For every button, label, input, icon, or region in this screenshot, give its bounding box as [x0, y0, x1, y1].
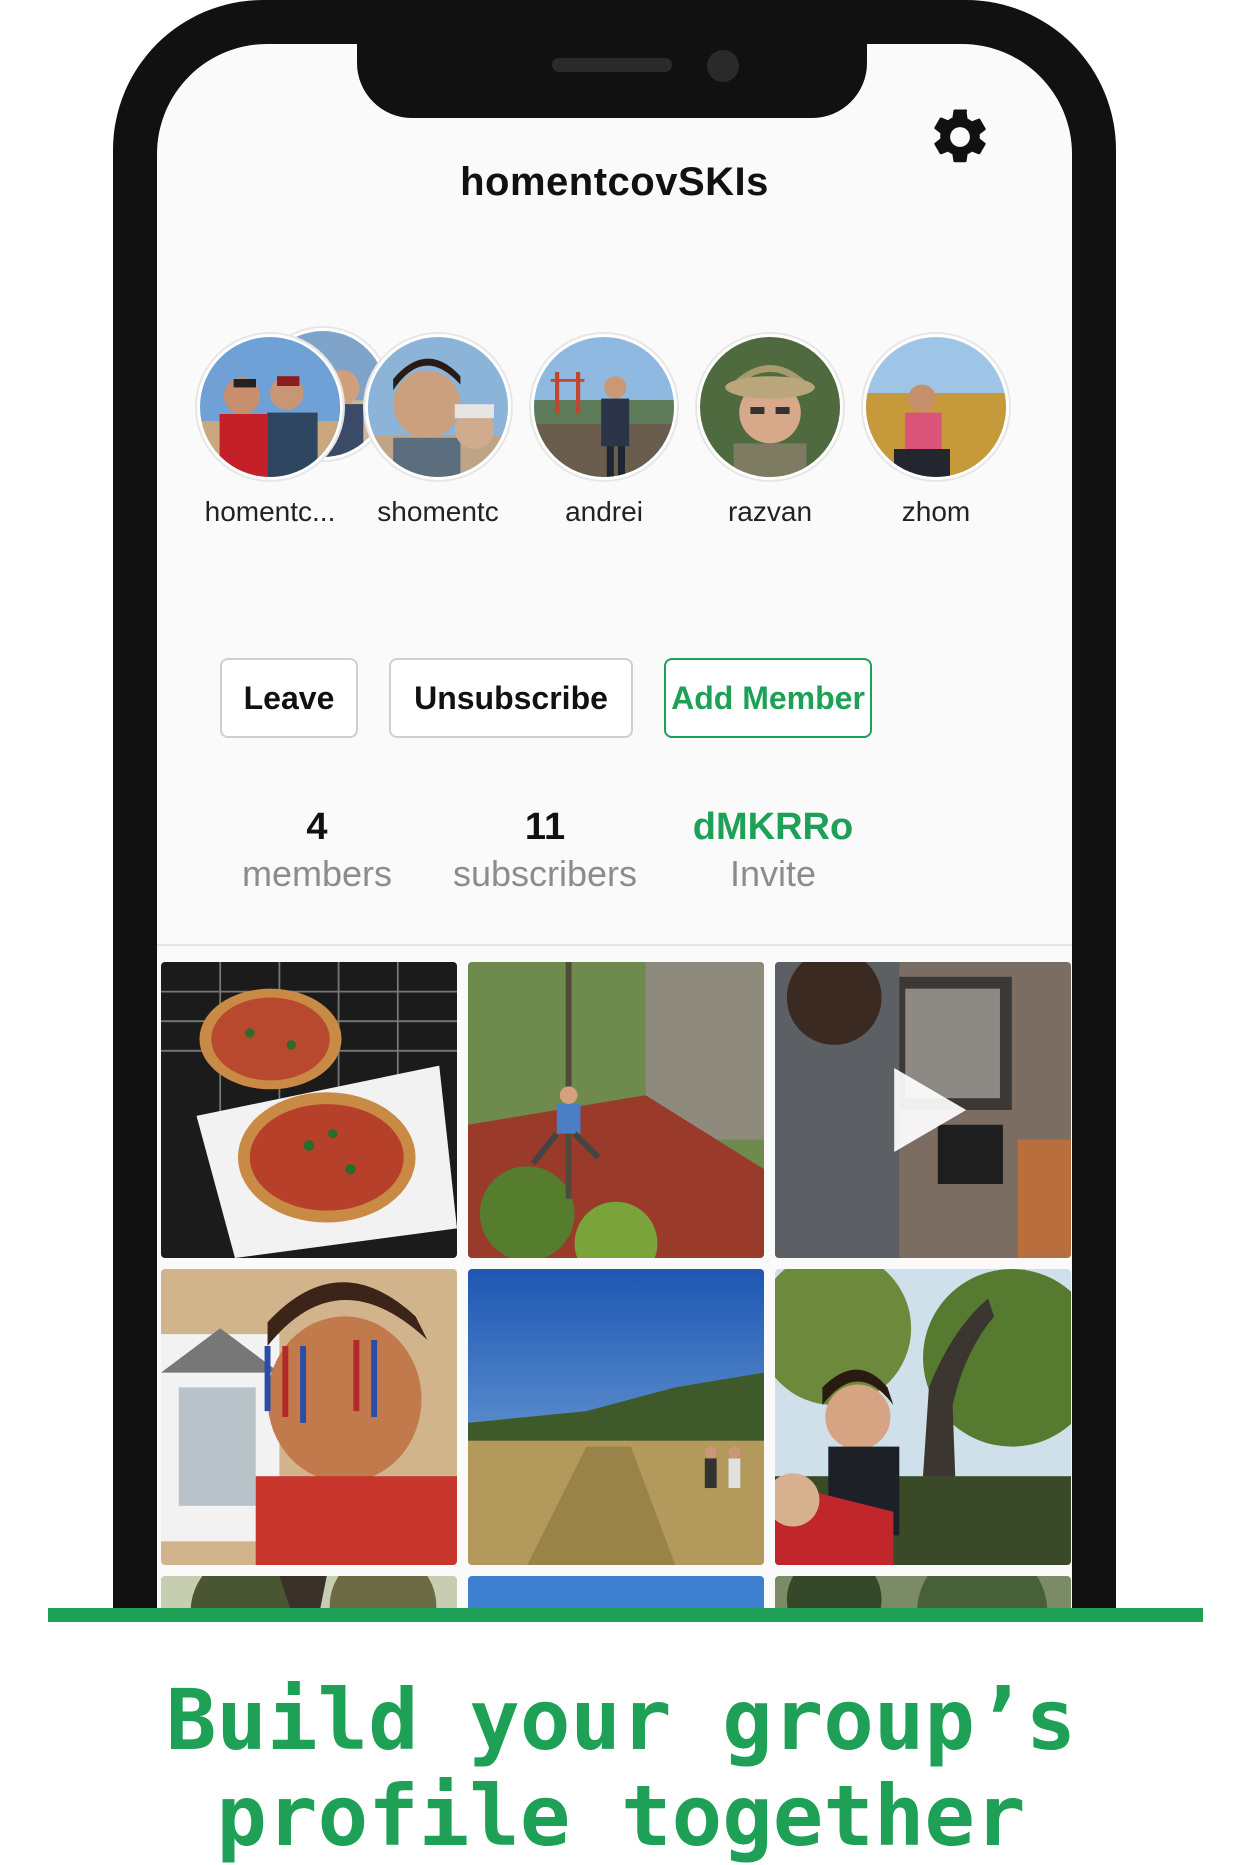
avatar	[863, 334, 1009, 480]
unsubscribe-button[interactable]: Unsubscribe	[389, 658, 633, 738]
photo-tile[interactable]	[468, 1269, 764, 1565]
photo-tile[interactable]	[468, 962, 764, 1258]
photo-tile[interactable]	[161, 962, 457, 1258]
member-item[interactable]: razvan	[675, 334, 865, 528]
play-icon	[894, 1068, 967, 1152]
avatar	[197, 334, 343, 480]
photo-tile[interactable]	[161, 1576, 457, 1610]
member-item[interactable]: shomentc	[343, 334, 533, 528]
member-item[interactable]: andrei	[509, 334, 699, 528]
subscribers-count: 11	[524, 806, 566, 848]
subscribers-stat[interactable]: 11 subscribers	[435, 806, 655, 895]
avatar	[531, 334, 677, 480]
member-name: shomentc	[377, 496, 499, 527]
members-count: 4	[306, 806, 328, 848]
phone-frame: homentcovSKIs homentc... shomentc andrei…	[113, 0, 1116, 1610]
video-tile[interactable]	[775, 962, 1071, 1258]
member-name: homentc...	[204, 496, 336, 527]
invite-stat[interactable]: dMKRRo Invite	[663, 806, 883, 895]
app-screen: homentcovSKIs homentc... shomentc andrei…	[157, 44, 1072, 1610]
avatar	[697, 334, 843, 480]
divider	[157, 944, 1072, 946]
leave-button[interactable]: Leave	[220, 658, 358, 738]
tagline-line-2: profile together	[216, 1767, 1026, 1865]
photo-tile[interactable]	[468, 1576, 764, 1610]
member-name: zhom	[901, 496, 971, 527]
photo-tile[interactable]	[161, 1269, 457, 1565]
tagline: Build your group’s profile together	[0, 1672, 1242, 1864]
member-name: razvan	[727, 496, 813, 527]
front-camera	[707, 50, 739, 82]
members-label: members	[241, 853, 393, 894]
avatar	[365, 334, 511, 480]
add-member-button[interactable]: Add Member	[664, 658, 872, 738]
photo-tile[interactable]	[775, 1269, 1071, 1565]
phone-notch	[357, 44, 867, 118]
members-stat[interactable]: 4 members	[207, 806, 427, 895]
speaker-grille	[552, 58, 672, 72]
tagline-line-1: Build your group’s	[165, 1671, 1077, 1769]
photo-tile[interactable]	[775, 1576, 1071, 1610]
members-strip[interactable]: homentc... shomentc andrei razvan zhom	[157, 328, 1072, 527]
member-item[interactable]: zhom	[841, 334, 1031, 528]
member-item[interactable]: homentc...	[175, 328, 389, 528]
invite-code: dMKRRo	[692, 806, 854, 848]
divider-rule	[48, 1608, 1203, 1622]
gear-icon[interactable]	[927, 104, 993, 170]
member-name: andrei	[565, 496, 643, 527]
invite-label: Invite	[729, 853, 817, 894]
subscribers-label: subscribers	[452, 853, 638, 894]
